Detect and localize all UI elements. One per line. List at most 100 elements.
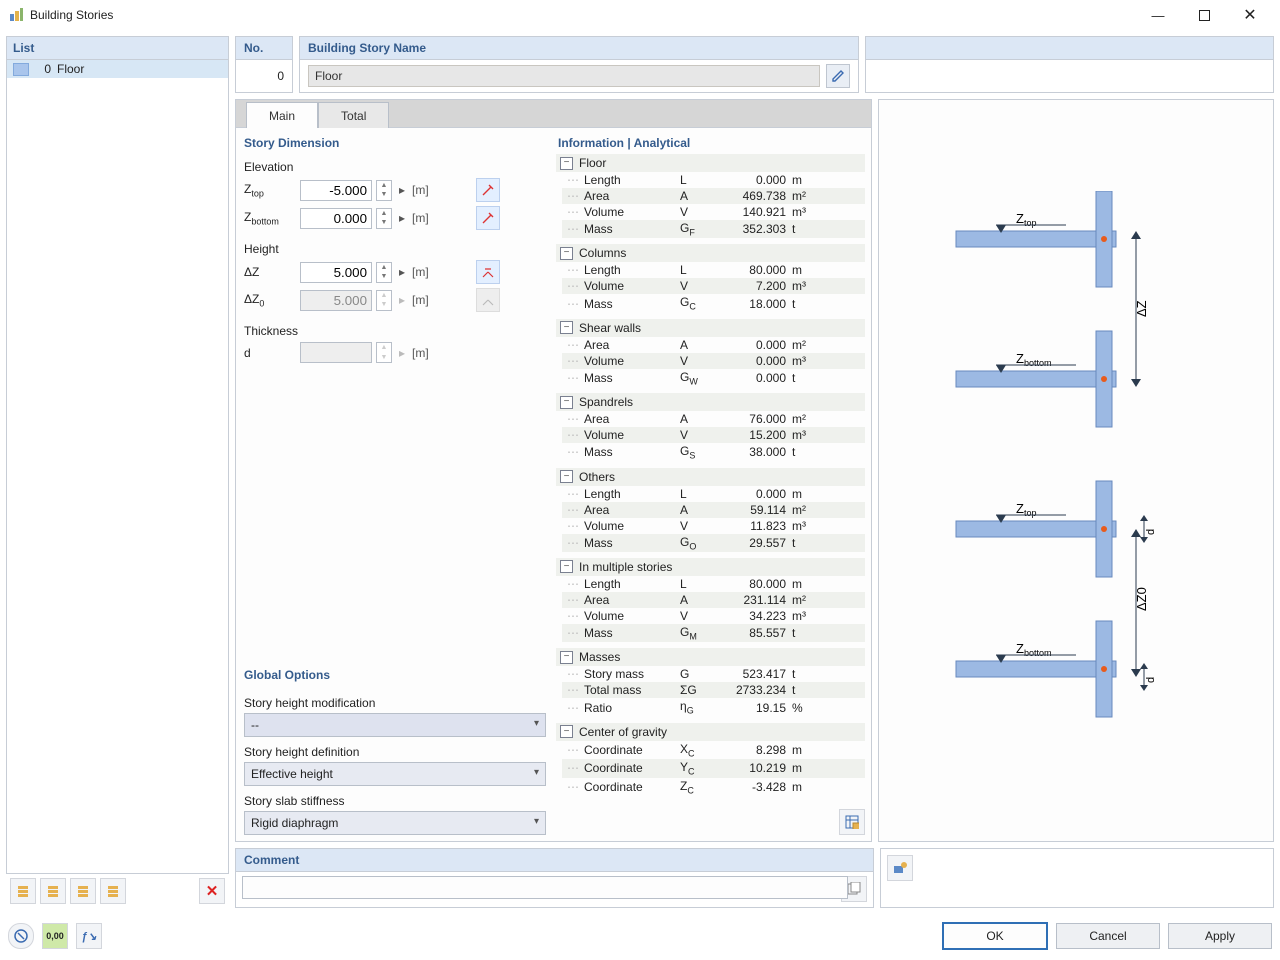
dz-input[interactable] (300, 262, 372, 283)
svg-text:d: d (1145, 676, 1157, 682)
chevron-right-icon[interactable]: ▸ (396, 211, 408, 225)
svg-text:Z: Z (1016, 501, 1024, 516)
section-title: Floor (579, 156, 606, 170)
tab-total[interactable]: Total (318, 102, 389, 128)
info-row: ⋯Story massG523.417t (562, 666, 865, 682)
collapse-icon[interactable]: − (560, 470, 573, 483)
rename-button[interactable] (826, 64, 850, 88)
section-header[interactable]: −Spandrels (556, 393, 865, 411)
height-def-select[interactable]: Effective height (244, 762, 546, 786)
pick-z-bottom-button[interactable] (476, 206, 500, 230)
svg-text:Z: Z (1016, 641, 1024, 656)
info-row: ⋯Total massΣG2733.234t (562, 682, 865, 698)
section-title: Masses (579, 650, 620, 664)
apply-button[interactable]: Apply (1168, 923, 1272, 949)
collapse-icon[interactable]: − (560, 396, 573, 409)
height-mod-select[interactable]: -- (244, 713, 546, 737)
chevron-right-icon: ▸ (396, 346, 408, 360)
svg-text:d: d (1145, 528, 1157, 534)
z-bottom-spinner[interactable]: ▲▼ (376, 208, 392, 229)
info-row: ⋯CoordinateYC10.219m (562, 759, 865, 777)
dz-label: ΔZ (244, 265, 296, 279)
section-header[interactable]: −Others (556, 468, 865, 486)
info-row: ⋯LengthL0.000m (562, 172, 865, 188)
collapse-icon[interactable]: − (560, 560, 573, 573)
section-title: Others (579, 470, 615, 484)
elevation-label: Elevation (244, 160, 546, 174)
preview-header-spacer (865, 36, 1274, 93)
info-row: ⋯RatioηG19.15% (562, 698, 865, 716)
minimize-button[interactable]: — (1144, 4, 1172, 26)
pick-dz0-button (476, 288, 500, 312)
view-settings-button[interactable] (887, 855, 913, 881)
global-options-header: Global Options (244, 668, 546, 682)
dz-spinner[interactable]: ▲▼ (376, 262, 392, 283)
pick-dz-button[interactable] (476, 260, 500, 284)
info-table-button[interactable] (839, 809, 865, 835)
info-row: ⋯VolumeV11.823m³ (562, 518, 865, 534)
add-above-button[interactable] (10, 878, 36, 904)
z-top-input[interactable] (300, 180, 372, 201)
pick-z-top-button[interactable] (476, 178, 500, 202)
delete-button[interactable]: ✕ (199, 878, 225, 904)
ok-button[interactable]: OK (942, 922, 1048, 950)
section-title: In multiple stories (579, 560, 672, 574)
svg-text:Z: Z (1016, 211, 1024, 226)
tab-main[interactable]: Main (246, 102, 318, 128)
svg-text:bottom: bottom (1024, 358, 1052, 368)
copy-story-button[interactable] (70, 878, 96, 904)
svg-text:Z: Z (1016, 351, 1024, 366)
section-header[interactable]: −Center of gravity (556, 723, 865, 741)
info-row: ⋯VolumeV34.223m³ (562, 608, 865, 624)
sort-button[interactable] (100, 878, 126, 904)
story-list[interactable]: 0 Floor (7, 60, 228, 873)
collapse-icon[interactable]: − (560, 321, 573, 334)
dz0-spinner: ▲▼ (376, 290, 392, 311)
z-top-label: Ztop (244, 182, 296, 198)
app-icon (8, 7, 24, 23)
section-header[interactable]: −Floor (556, 154, 865, 172)
svg-text:top: top (1024, 508, 1037, 518)
collapse-icon[interactable]: − (560, 157, 573, 170)
info-row: ⋯AreaA76.000m² (562, 411, 865, 427)
height-mod-label: Story height modification (244, 696, 546, 710)
section-header[interactable]: −In multiple stories (556, 558, 865, 576)
section-header[interactable]: −Shear walls (556, 319, 865, 337)
d-spinner: ▲▼ (376, 342, 392, 363)
z-bottom-label: Zbottom (244, 210, 296, 226)
help-button[interactable] (8, 923, 34, 949)
section-header[interactable]: −Masses (556, 648, 865, 666)
info-row: ⋯LengthL80.000m (562, 262, 865, 278)
list-item[interactable]: 0 Floor (7, 60, 228, 78)
info-row: ⋯MassGW0.000t (562, 369, 865, 387)
unit-label: [m] (412, 293, 434, 307)
collapse-icon[interactable]: − (560, 247, 573, 260)
z-bottom-input[interactable] (300, 208, 372, 229)
comment-input[interactable] (242, 876, 848, 899)
section-title: Spandrels (579, 395, 633, 409)
cancel-button[interactable]: Cancel (1056, 923, 1160, 949)
unit-label: [m] (412, 211, 434, 225)
formula-button[interactable]: ƒ↘ (76, 923, 102, 949)
slab-stiff-label: Story slab stiffness (244, 794, 546, 808)
info-row: ⋯MassGM85.557t (562, 624, 865, 642)
chevron-right-icon[interactable]: ▸ (396, 265, 408, 279)
collapse-icon[interactable]: − (560, 651, 573, 664)
add-below-button[interactable] (40, 878, 66, 904)
unit-label: [m] (412, 346, 434, 360)
section-title: Shear walls (579, 321, 641, 335)
info-row: ⋯MassGF352.303t (562, 220, 865, 238)
story-name-input[interactable]: Floor (308, 65, 820, 87)
section-header[interactable]: −Columns (556, 244, 865, 262)
chevron-right-icon[interactable]: ▸ (396, 183, 408, 197)
info-row: ⋯AreaA0.000m² (562, 337, 865, 353)
maximize-button[interactable] (1190, 4, 1218, 26)
close-button[interactable]: ✕ (1236, 4, 1264, 26)
units-button[interactable]: 0,00 (42, 923, 68, 949)
z-top-spinner[interactable]: ▲▼ (376, 180, 392, 201)
unit-label: [m] (412, 183, 434, 197)
collapse-icon[interactable]: − (560, 725, 573, 738)
list-header: List (7, 37, 228, 60)
slab-stiff-select[interactable]: Rigid diaphragm (244, 811, 546, 835)
info-row: ⋯CoordinateZC-3.428m (562, 778, 865, 796)
